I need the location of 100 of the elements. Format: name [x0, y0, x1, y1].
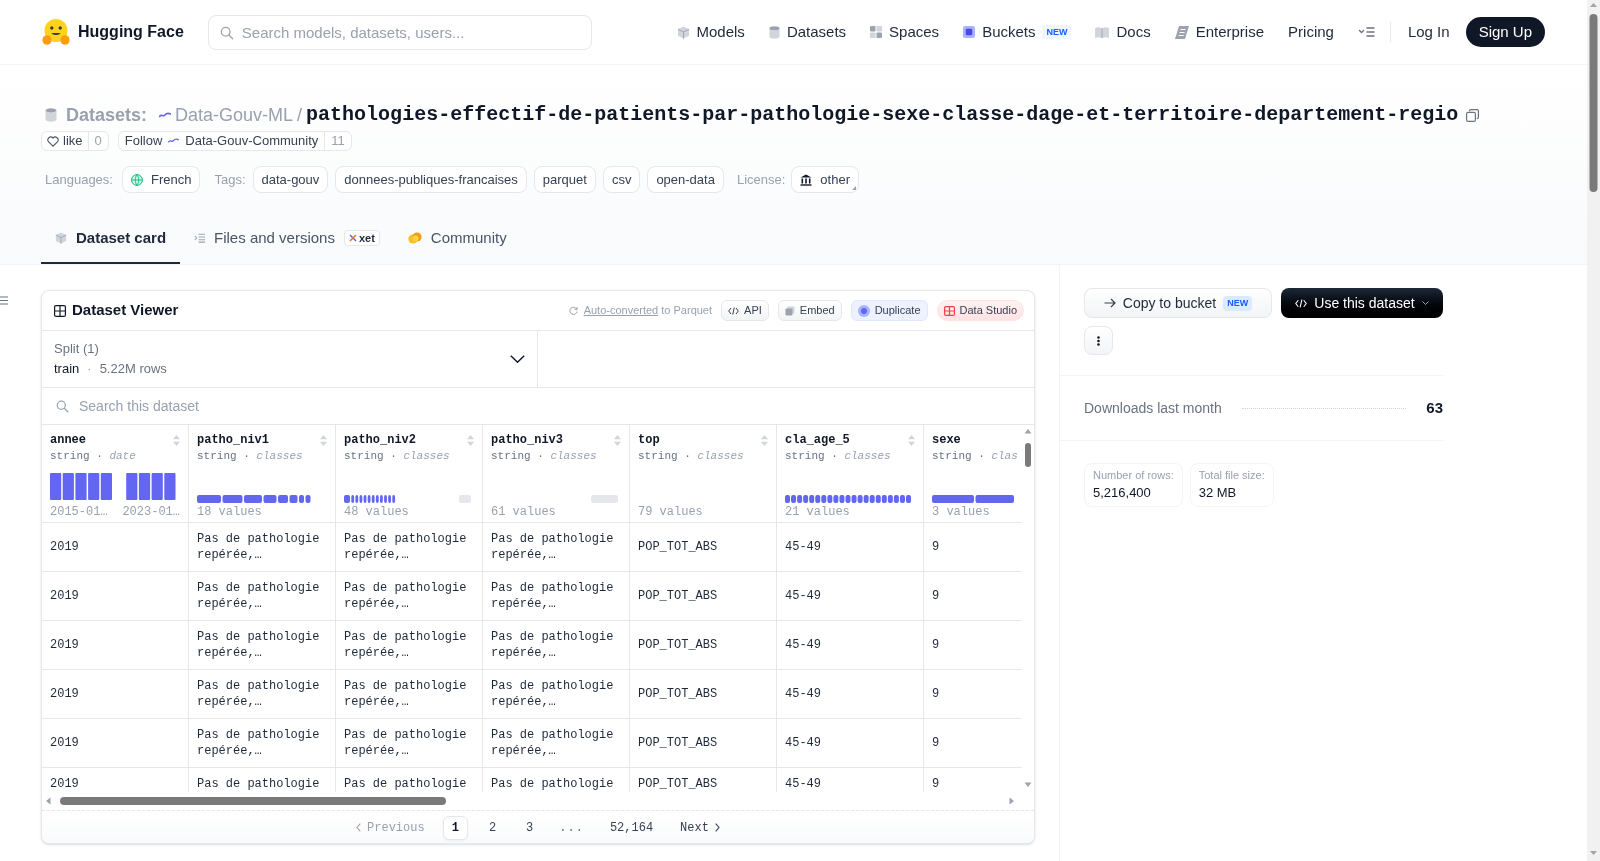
- stat-value: 32 MB: [1198, 484, 1238, 502]
- tab[interactable]: Files and versions xet: [180, 214, 394, 264]
- table-cell-text: Pas de pathologie repérée,…: [197, 678, 321, 710]
- table-cell: POP_TOT_ABS: [638, 588, 718, 604]
- column-stat: 21 values: [785, 504, 850, 520]
- wave-icon: [168, 138, 180, 144]
- dataset-search-field[interactable]: Search this dataset: [42, 388, 1034, 424]
- nav-link[interactable]: Docs: [1095, 20, 1151, 44]
- page-button[interactable]: 52,164: [600, 815, 663, 840]
- use-dataset-button[interactable]: Use this dataset: [1281, 288, 1443, 318]
- code-icon: [1295, 298, 1308, 308]
- table-cell: 45-49: [785, 776, 821, 792]
- downloads-count: 63: [1426, 397, 1443, 418]
- follow-button[interactable]: Follow Data-Gouv-Community: [118, 132, 325, 150]
- table-cell: 45-49: [785, 686, 821, 702]
- grid-icon: [870, 26, 883, 38]
- page-scrollbar[interactable]: [1587, 0, 1600, 861]
- table-cell: Pas de pathologie: [344, 776, 467, 792]
- list-icon[interactable]: [0, 296, 8, 305]
- home-link[interactable]: Hugging Face: [42, 19, 184, 45]
- tag-chip[interactable]: parquet: [533, 166, 596, 193]
- column-type: string · classes: [785, 449, 892, 464]
- corner-icon: [852, 186, 856, 190]
- square-icon: [963, 26, 976, 38]
- nav-link[interactable]: Enterprise: [1174, 20, 1265, 44]
- table-cell: 2019: [50, 686, 79, 702]
- nav-link[interactable]: Buckets NEW: [963, 20, 1072, 44]
- log-in-link[interactable]: Log In: [1407, 20, 1450, 44]
- table-cell-text: Pas de pathologie repérée,…: [197, 727, 321, 759]
- table-cell: Pas de pathologie: [197, 776, 320, 792]
- cube-icon: [55, 232, 67, 244]
- column-stat: 2023-01…: [122, 504, 180, 520]
- logo-icon: [42, 19, 70, 45]
- table-cell-text: Pas de pathologie repérée,…: [491, 531, 615, 563]
- toolbar-button[interactable]: Duplicate: [850, 300, 928, 321]
- nav-link[interactable]: Models: [676, 20, 745, 44]
- category-bar: [591, 495, 618, 503]
- table-icon: [943, 305, 955, 316]
- table-cell: 9: [932, 686, 940, 702]
- table-cell: 9: [932, 637, 940, 653]
- tab[interactable]: Community: [393, 214, 521, 264]
- menu-icon[interactable]: [1357, 27, 1375, 37]
- more-icon: [1097, 335, 1100, 346]
- chevron-left-icon: [356, 823, 362, 832]
- copy-icon[interactable]: [1466, 108, 1480, 122]
- like-button[interactable]: like: [42, 132, 88, 150]
- column-type: string · classes: [491, 449, 598, 464]
- table-cell: POP_TOT_ABS: [638, 637, 718, 653]
- tag-chip[interactable]: data-gouv: [252, 166, 329, 193]
- column-stat: 2015-01…: [50, 504, 108, 520]
- downloads-label: Downloads last month: [1084, 398, 1222, 418]
- tag-chip[interactable]: csv: [602, 166, 641, 193]
- tag-chip[interactable]: open-data: [647, 166, 724, 193]
- viewer-title: Dataset Viewer: [72, 300, 179, 321]
- conversion-note: Auto-converted to Parquet: [583, 303, 713, 319]
- tag-chip[interactable]: donnees-publiques-francaises: [335, 166, 527, 193]
- toolbar-button[interactable]: Embed: [777, 300, 842, 321]
- column-name: patho_niv3: [491, 432, 563, 449]
- sign-up-button[interactable]: Sign Up: [1465, 17, 1545, 47]
- column-name: annee: [50, 432, 86, 449]
- table-cell-text: Pas de pathologie repérée,…: [344, 531, 468, 563]
- page-button[interactable]: 3: [517, 815, 543, 840]
- license-tag[interactable]: other: [791, 166, 859, 193]
- table-cell: 9: [932, 539, 940, 555]
- chevron-down-icon[interactable]: [510, 355, 525, 363]
- page-button[interactable]: 2: [479, 815, 506, 840]
- column-type: string · classes: [197, 449, 304, 464]
- table-cell-text: Pas de pathologie repérée,…: [344, 727, 468, 759]
- new-badge: NEW: [1223, 295, 1253, 311]
- tab[interactable]: Dataset card: [41, 214, 181, 264]
- table-cell: 45-49: [785, 637, 821, 653]
- column-name: patho_niv1: [197, 432, 269, 449]
- table-cell-text: Pas de pathologie repérée,…: [197, 580, 321, 612]
- follower-count: 11: [324, 132, 351, 150]
- copy-to-bucket-button[interactable]: Copy to bucket NEW: [1084, 288, 1272, 318]
- search-field[interactable]: Search models, datasets, users...: [207, 14, 592, 50]
- row-count: 5.22M rows: [99, 360, 167, 378]
- code-icon: [728, 306, 740, 315]
- bank-icon: [800, 173, 813, 186]
- x-mark-icon: [348, 234, 357, 242]
- page-button[interactable]: 1: [442, 815, 468, 840]
- table-cell-text: Pas de pathologie repérée,…: [491, 580, 615, 612]
- next-button[interactable]: Next: [674, 815, 726, 840]
- wave-icon: [159, 111, 172, 119]
- nav-link[interactable]: Datasets: [768, 20, 847, 44]
- toolbar-button[interactable]: Data Studio: [936, 300, 1024, 321]
- search-icon: [219, 25, 234, 40]
- toolbar-button[interactable]: API: [721, 300, 769, 321]
- table-cell: POP_TOT_ABS: [638, 539, 718, 555]
- table-cell: 45-49: [785, 588, 821, 604]
- table-cell: 2019: [50, 539, 79, 555]
- table-cell-text: Pas de pathologie repérée,…: [491, 678, 615, 710]
- repo-type-label: Datasets:: [66, 103, 148, 127]
- dataset-name: pathologies-effectif-de-patients-par-pathologie-sexe-classe-dage-et-territoire-departement-regio: [306, 102, 1459, 128]
- heart-icon: [47, 135, 59, 147]
- nav-link[interactable]: Spaces: [870, 20, 940, 44]
- nav-link[interactable]: Pricing: [1288, 20, 1334, 44]
- more-button[interactable]: [1084, 326, 1113, 355]
- table-cell: POP_TOT_ABS: [638, 686, 718, 702]
- language-tag[interactable]: French: [121, 166, 201, 193]
